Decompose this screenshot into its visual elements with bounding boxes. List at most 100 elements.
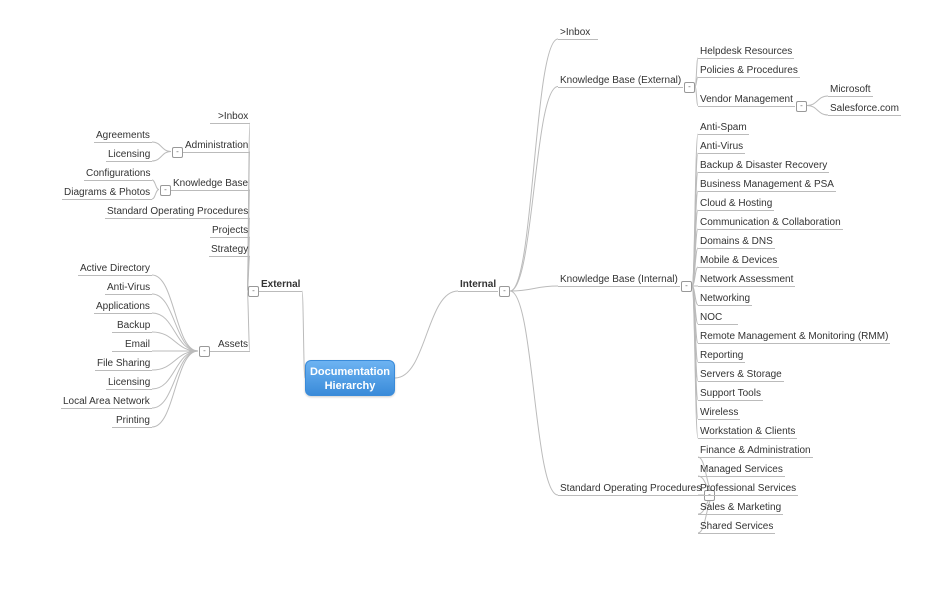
mindmap-node[interactable]: Workstation & Clients	[700, 426, 795, 437]
collapse-toggle[interactable]: -	[160, 185, 171, 196]
mindmap-node[interactable]: Knowledge Base	[173, 178, 248, 189]
mindmap-node[interactable]: Strategy	[211, 244, 248, 255]
mindmap-node[interactable]: File Sharing	[97, 358, 150, 369]
mindmap-node[interactable]: Sales & Marketing	[700, 502, 781, 513]
node-underline	[698, 419, 740, 420]
mindmap-node[interactable]: Networking	[700, 293, 750, 304]
mindmap-node[interactable]: Wireless	[700, 407, 738, 418]
mindmap-node[interactable]: Administration	[185, 140, 248, 151]
node-underline	[61, 408, 152, 409]
mindmap-node[interactable]: External	[261, 279, 300, 290]
mindmap-node[interactable]: Mobile & Devices	[700, 255, 777, 266]
mindmap-node[interactable]: Standard Operating Procedures	[560, 483, 701, 494]
node-underline	[62, 199, 152, 200]
mindmap-node[interactable]: Communication & Collaboration	[700, 217, 841, 228]
mindmap-node[interactable]: NOC	[700, 312, 722, 323]
mindmap-node[interactable]: Finance & Administration	[700, 445, 811, 456]
mindmap-node[interactable]: Assets	[218, 339, 248, 350]
mindmap-node[interactable]: Microsoft	[830, 84, 871, 95]
node-underline	[698, 191, 836, 192]
collapse-toggle[interactable]: -	[684, 82, 695, 93]
node-underline	[210, 237, 250, 238]
mindmap-node[interactable]: Shared Services	[700, 521, 773, 532]
mindmap-node[interactable]: Agreements	[96, 130, 150, 141]
node-underline	[112, 427, 152, 428]
node-underline	[698, 106, 795, 107]
mindmap-node[interactable]: Printing	[116, 415, 150, 426]
node-underline	[209, 256, 250, 257]
node-underline	[698, 457, 813, 458]
mindmap-node[interactable]: Anti-Virus	[107, 282, 150, 293]
collapse-toggle[interactable]: -	[172, 147, 183, 158]
collapse-toggle[interactable]: -	[499, 286, 510, 297]
node-underline	[171, 190, 250, 191]
mindmap-node[interactable]: Applications	[96, 301, 150, 312]
mindmap-node[interactable]: Vendor Management	[700, 94, 793, 105]
mindmap-node[interactable]: Servers & Storage	[700, 369, 782, 380]
mindmap-node[interactable]: Anti-Virus	[700, 141, 743, 152]
mindmap-node[interactable]: Licensing	[108, 377, 150, 388]
mindmap-node[interactable]: Projects	[212, 225, 248, 236]
node-underline	[458, 291, 498, 292]
mindmap-node[interactable]: Diagrams & Photos	[64, 187, 150, 198]
node-underline	[698, 172, 829, 173]
mindmap-node[interactable]: Reporting	[700, 350, 743, 361]
mindmap-node[interactable]: Policies & Procedures	[700, 65, 798, 76]
collapse-toggle[interactable]: -	[681, 281, 692, 292]
node-underline	[106, 161, 152, 162]
mindmap-node[interactable]: Active Directory	[80, 263, 150, 274]
mindmap-node[interactable]: Helpdesk Resources	[700, 46, 792, 57]
node-underline	[558, 87, 683, 88]
mindmap-root[interactable]: DocumentationHierarchy	[305, 360, 395, 396]
mindmap-node[interactable]: Licensing	[108, 149, 150, 160]
node-underline	[698, 134, 749, 135]
mindmap-node[interactable]: >Inbox	[560, 27, 590, 38]
node-underline	[210, 123, 250, 124]
node-underline	[106, 389, 152, 390]
node-underline	[558, 286, 680, 287]
node-underline	[698, 324, 738, 325]
mindmap-node[interactable]: Salesforce.com	[830, 103, 899, 114]
node-underline	[698, 533, 775, 534]
mindmap-node[interactable]: Internal	[460, 279, 496, 290]
node-underline	[698, 305, 752, 306]
node-underline	[112, 351, 152, 352]
mindmap-node[interactable]: Email	[125, 339, 150, 350]
mindmap-node[interactable]: Local Area Network	[63, 396, 150, 407]
mindmap-node[interactable]: Knowledge Base (Internal)	[560, 274, 678, 285]
mindmap-node[interactable]: Network Assessment	[700, 274, 793, 285]
collapse-toggle[interactable]: -	[199, 346, 210, 357]
node-underline	[105, 218, 250, 219]
mindmap-node[interactable]: Domains & DNS	[700, 236, 773, 247]
mindmap-node[interactable]: Business Management & PSA	[700, 179, 834, 190]
node-underline	[698, 343, 890, 344]
mindmap-node[interactable]: Support Tools	[700, 388, 761, 399]
mindmap-node[interactable]: Backup & Disaster Recovery	[700, 160, 827, 171]
node-underline	[698, 495, 798, 496]
collapse-toggle[interactable]: -	[248, 286, 259, 297]
mindmap-node[interactable]: Backup	[117, 320, 150, 331]
collapse-toggle[interactable]: -	[796, 101, 807, 112]
mindmap-node[interactable]: Configurations	[86, 168, 150, 179]
node-underline	[698, 362, 745, 363]
node-underline	[698, 58, 794, 59]
node-underline	[558, 495, 703, 496]
mindmap-node[interactable]: Cloud & Hosting	[700, 198, 772, 209]
node-underline	[84, 180, 152, 181]
mindmap-node[interactable]: Remote Management & Monitoring (RMM)	[700, 331, 888, 342]
node-underline	[698, 267, 779, 268]
node-underline	[698, 77, 800, 78]
mindmap-node[interactable]: >Inbox	[218, 111, 248, 122]
node-underline	[698, 381, 784, 382]
mindmap-node[interactable]: Professional Services	[700, 483, 796, 494]
mindmap-node[interactable]: Knowledge Base (External)	[560, 75, 681, 86]
node-underline	[698, 438, 797, 439]
mindmap-node[interactable]: Standard Operating Procedures	[107, 206, 248, 217]
node-underline	[558, 39, 598, 40]
node-underline	[698, 248, 775, 249]
node-underline	[698, 476, 785, 477]
mindmap-node[interactable]: Managed Services	[700, 464, 783, 475]
mindmap-node[interactable]: Anti-Spam	[700, 122, 747, 133]
node-underline	[828, 96, 873, 97]
node-underline	[698, 400, 763, 401]
